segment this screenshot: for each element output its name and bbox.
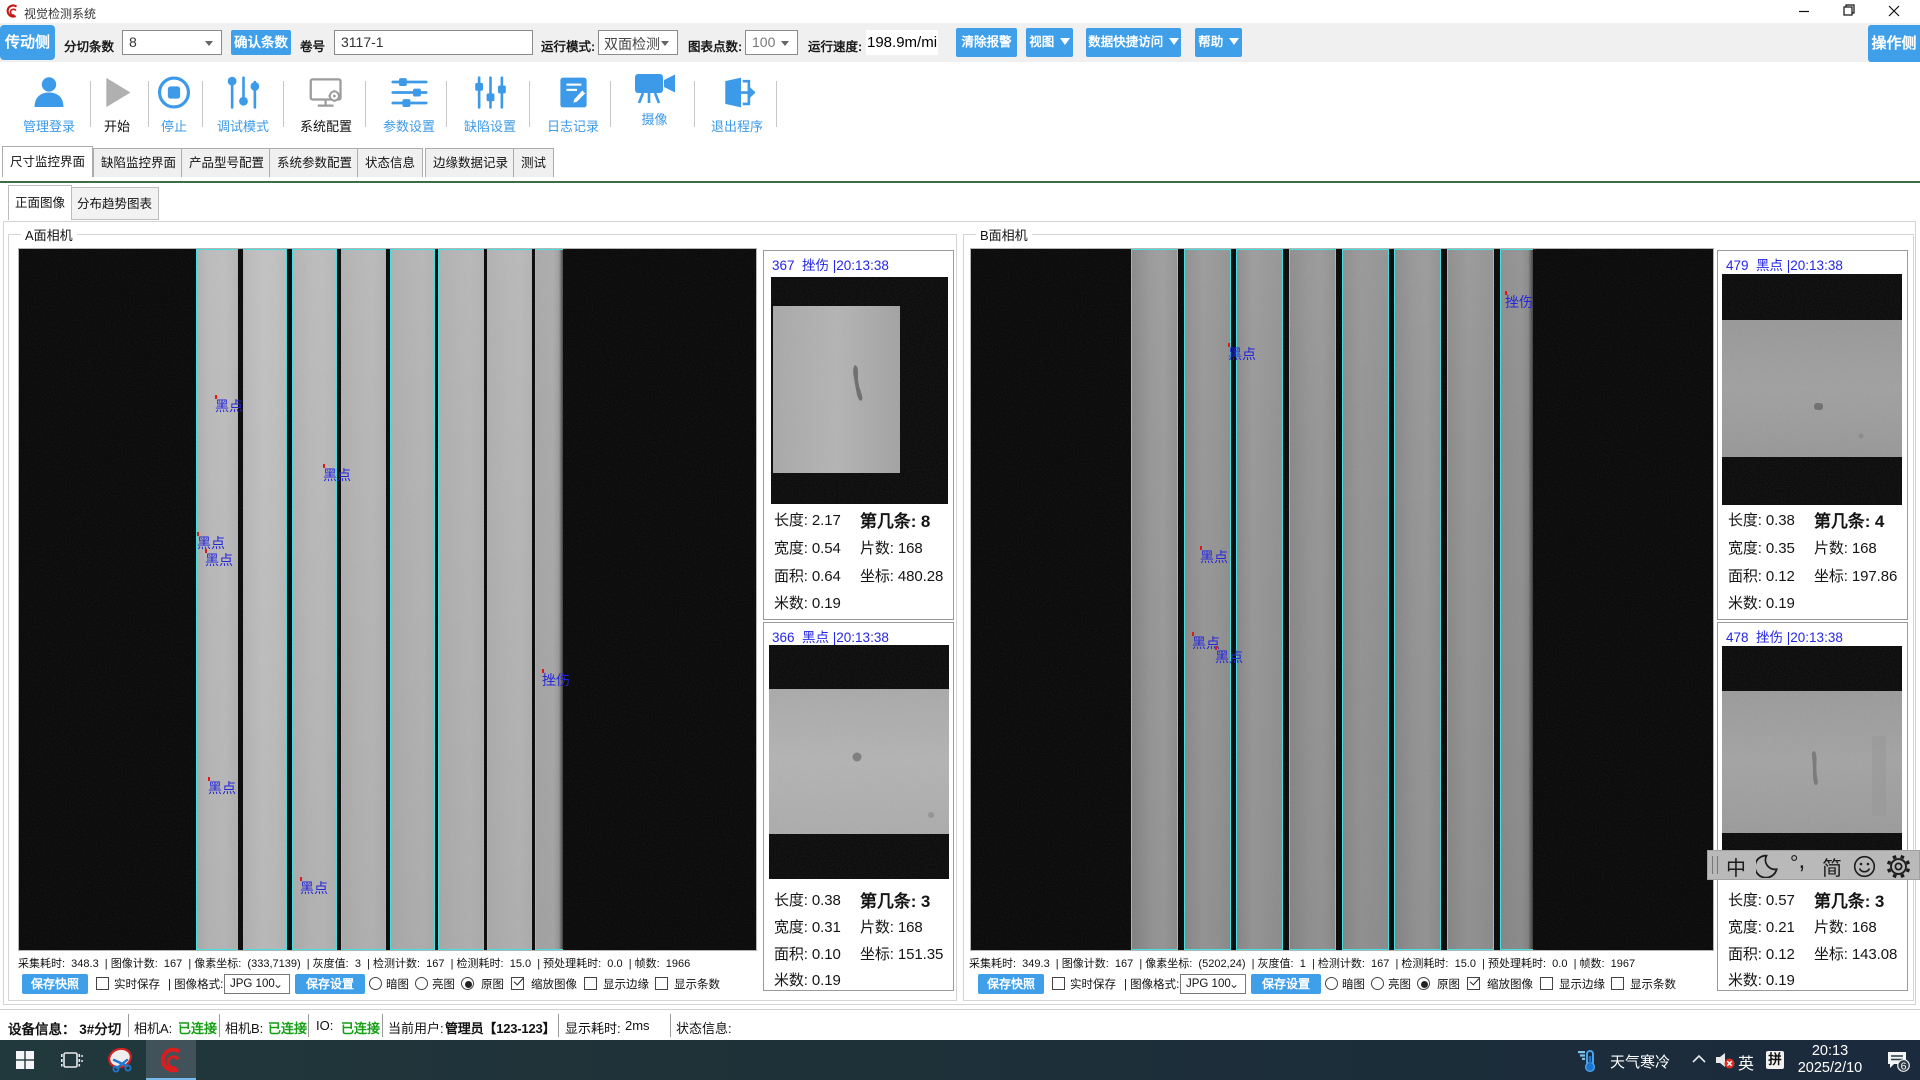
svg-text:6: 6 — [1901, 1061, 1907, 1072]
